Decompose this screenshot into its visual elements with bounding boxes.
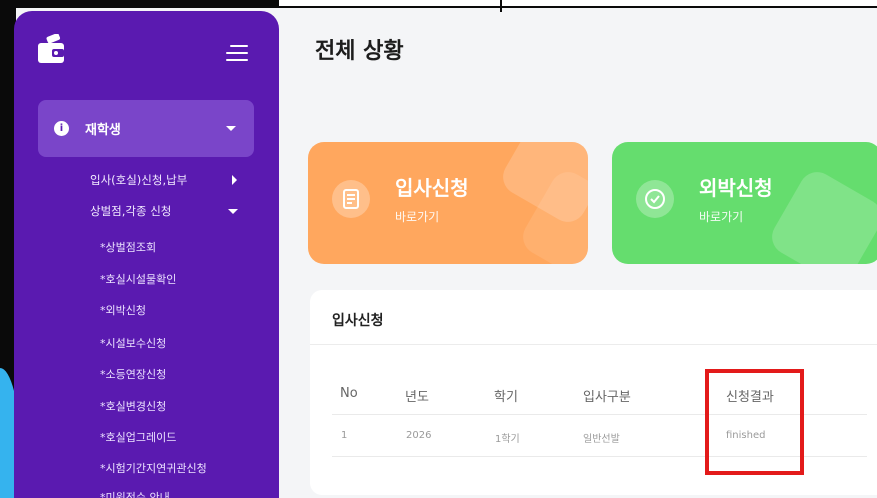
info-icon: i [54,121,69,136]
chevron-down-icon [226,126,236,131]
page-title: 전체 상황 [315,39,404,64]
document-icon [332,180,370,218]
card-decoration [765,165,877,264]
sidebar-item-student[interactable]: i 재학생 [38,100,254,157]
hamburger-menu-icon[interactable] [226,44,248,62]
card-title: 입사신청 [395,176,469,200]
sidebar-subitem-room-change[interactable]: *호실변경신청 [100,398,166,414]
panel-title: 입사신청 [332,313,384,329]
sidebar-subitem-repair-request[interactable]: *시설보수신청 [100,335,166,351]
table-cell: 2026 [406,430,432,441]
table-cell: 일반선발 [583,434,620,445]
column-header-no: No [340,386,358,401]
wallet-logo-icon [38,34,64,63]
sidebar-subitem-room-upgrade[interactable]: *호실업그레이드 [100,429,176,445]
sidebar-item-label: 재학생 [85,123,121,138]
chevron-right-icon [232,175,237,185]
overnight-request-card[interactable]: 외박신청 바로가기 [612,142,877,264]
table-cell: 1 [341,430,348,441]
sidebar-item-admission-payment[interactable]: 입사(호실)신청,납부 [90,172,250,188]
column-header-admission-type: 입사구분 [583,390,631,405]
card-title: 외박신청 [699,176,773,200]
sidebar-item-merits-requests[interactable]: 상벌점,각종 신청 [90,203,250,219]
sidebar: i 재학생 입사(호실)신청,납부 상벌점,각종 신청 *상벌점조회 *호실시설… [14,11,279,498]
column-header-year: 년도 [405,390,429,405]
sidebar-subitem-overnight-request[interactable]: *외박신청 [100,302,146,318]
sidebar-subitem-exam-late-return[interactable]: *시험기간지연귀관신청 [100,460,207,476]
card-shortcut-label: 바로가기 [395,210,440,224]
card-shortcut-label: 바로가기 [699,210,744,224]
sidebar-subitem-complaint-info[interactable]: *미원전수 안내 [100,489,170,498]
sidebar-item-label: 입사(호실)신청,납부 [90,173,188,187]
column-header-semester: 학기 [494,390,518,405]
highlight-annotation-box [705,369,804,475]
window-frame-tick [500,0,502,12]
sidebar-subitem-merit-lookup[interactable]: *상벌점조회 [100,239,156,255]
admission-request-card[interactable]: 입사신청 바로가기 [308,142,588,264]
table-cell: 1학기 [495,434,520,445]
check-circle-icon [636,180,674,218]
divider [310,344,877,345]
sidebar-subitem-lights-extension[interactable]: *소등연장신청 [100,366,166,382]
sidebar-subitem-room-facility-check[interactable]: *호실시설물확인 [100,271,176,287]
sidebar-item-label: 상벌점,각종 신청 [90,204,172,218]
chevron-down-icon [228,209,238,214]
window-frame-gap [279,0,877,6]
